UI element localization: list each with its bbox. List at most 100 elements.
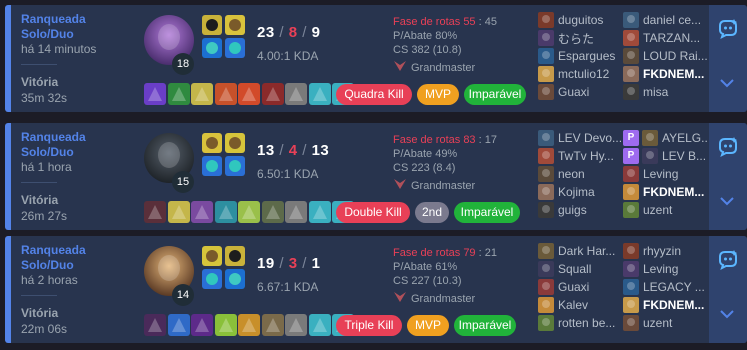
chevron-down-icon[interactable] <box>719 75 735 93</box>
player-entry[interactable]: TARZAN... <box>623 29 708 47</box>
player-name[interactable]: misa <box>643 85 668 99</box>
player-name[interactable]: TwTv Hy... <box>558 149 614 163</box>
rune-icon[interactable] <box>225 133 245 153</box>
player-entry[interactable]: Leving <box>623 260 708 278</box>
match-card[interactable]: Ranqueada Solo/Duo há 2 horas Vitória 22m 0… <box>5 236 747 343</box>
player-entry[interactable]: TwTv Hy... <box>538 147 623 165</box>
summoner-spell-icon[interactable] <box>202 156 222 176</box>
item-icon[interactable] <box>167 201 190 223</box>
player-entry[interactable]: FKDNEM... <box>623 65 708 83</box>
player-entry[interactable]: rhyyzin <box>623 242 708 260</box>
chevron-down-icon[interactable] <box>719 306 735 324</box>
item-icon[interactable] <box>144 201 166 223</box>
item-icon[interactable] <box>191 314 213 336</box>
player-name[interactable]: Espargues <box>558 49 615 63</box>
player-entry[interactable]: daniel ce... <box>623 11 708 29</box>
player-name[interactable]: daniel ce... <box>643 13 701 27</box>
player-name[interactable]: LEV Devo... <box>558 131 622 145</box>
player-entry[interactable]: rotten be... <box>538 314 623 332</box>
player-name[interactable]: Dark Har... <box>558 244 615 258</box>
player-entry[interactable]: neon <box>538 165 623 183</box>
item-icon[interactable] <box>167 314 190 336</box>
item-icon[interactable] <box>214 201 237 223</box>
summoner-spell-icon[interactable] <box>202 133 222 153</box>
player-name[interactable]: rhyyzin <box>643 244 681 258</box>
player-name[interactable]: neon <box>558 167 585 181</box>
player-entry[interactable]: P LEV B... <box>623 147 708 165</box>
rune-icon[interactable] <box>225 156 245 176</box>
player-name[interactable]: uzent <box>643 203 672 217</box>
player-name[interactable]: AYELG... <box>662 131 708 145</box>
player-name[interactable]: guigs <box>558 203 587 217</box>
item-icon[interactable] <box>214 314 237 336</box>
rune-icon[interactable] <box>225 269 245 289</box>
item-icon[interactable] <box>308 314 331 336</box>
player-name[interactable]: Leving <box>643 167 678 181</box>
player-name[interactable]: Guaxi <box>558 280 589 294</box>
player-entry[interactable]: FKDNEM... <box>623 183 708 201</box>
ai-assistant-icon[interactable] <box>717 17 739 44</box>
player-entry[interactable]: Dark Har... <box>538 242 623 260</box>
player-entry[interactable]: Guaxi <box>538 83 623 101</box>
player-name[interactable]: Kalev <box>558 298 588 312</box>
summoner-spell-icon[interactable] <box>202 38 222 58</box>
item-icon[interactable] <box>308 83 331 105</box>
item-icon[interactable] <box>308 201 331 223</box>
expand-panel[interactable] <box>709 236 747 343</box>
player-entry[interactable]: guigs <box>538 201 623 219</box>
player-name[interactable]: むらた <box>558 30 594 47</box>
player-entry[interactable]: Squall <box>538 260 623 278</box>
item-icon[interactable] <box>191 83 213 105</box>
player-name[interactable]: uzent <box>643 316 672 330</box>
player-name[interactable]: duguitos <box>558 13 603 27</box>
player-name[interactable]: FKDNEM... <box>643 185 704 199</box>
trinket-icon[interactable] <box>285 201 307 223</box>
trinket-icon[interactable] <box>285 314 307 336</box>
player-entry[interactable]: P AYELG... <box>623 129 708 147</box>
item-icon[interactable] <box>238 201 260 223</box>
player-name[interactable]: LEGACY ... <box>643 280 705 294</box>
player-entry[interactable]: LEGACY ... <box>623 278 708 296</box>
item-icon[interactable] <box>261 83 284 105</box>
player-name[interactable]: mctulio12 <box>558 67 609 81</box>
rune-icon[interactable] <box>225 246 245 266</box>
rune-icon[interactable] <box>225 15 245 35</box>
player-entry[interactable]: Guaxi <box>538 278 623 296</box>
ai-assistant-icon[interactable] <box>717 135 739 162</box>
player-name[interactable]: rotten be... <box>558 316 615 330</box>
item-icon[interactable] <box>261 314 284 336</box>
player-name[interactable]: FKDNEM... <box>643 298 704 312</box>
player-name[interactable]: LOUD Rai... <box>643 49 708 63</box>
expand-panel[interactable] <box>709 5 747 112</box>
player-name[interactable]: TARZAN... <box>643 31 700 45</box>
item-icon[interactable] <box>167 83 190 105</box>
player-entry[interactable]: mctulio12 <box>538 65 623 83</box>
player-name[interactable]: LEV B... <box>662 149 706 163</box>
player-entry[interactable]: Leving <box>623 165 708 183</box>
item-icon[interactable] <box>214 83 237 105</box>
summoner-spell-icon[interactable] <box>202 15 222 35</box>
player-entry[interactable]: LOUD Rai... <box>623 47 708 65</box>
match-card[interactable]: Ranqueada Solo/Duo há 1 hora Vitória 26m 27… <box>5 123 747 230</box>
chevron-down-icon[interactable] <box>719 193 735 211</box>
item-icon[interactable] <box>191 201 213 223</box>
player-entry[interactable]: duguitos <box>538 11 623 29</box>
player-name[interactable]: Kojima <box>558 185 595 199</box>
player-name[interactable]: Leving <box>643 262 678 276</box>
item-icon[interactable] <box>238 314 260 336</box>
item-icon[interactable] <box>144 314 166 336</box>
summoner-spell-icon[interactable] <box>202 269 222 289</box>
player-name[interactable]: Guaxi <box>558 85 589 99</box>
player-entry[interactable]: uzent <box>623 201 708 219</box>
expand-panel[interactable] <box>709 123 747 230</box>
player-entry[interactable]: misa <box>623 83 708 101</box>
player-entry[interactable]: むらた <box>538 29 623 47</box>
ai-assistant-icon[interactable] <box>717 248 739 275</box>
item-icon[interactable] <box>261 201 284 223</box>
player-entry[interactable]: uzent <box>623 314 708 332</box>
summoner-spell-icon[interactable] <box>202 246 222 266</box>
trinket-icon[interactable] <box>285 83 307 105</box>
player-entry[interactable]: Kojima <box>538 183 623 201</box>
player-entry[interactable]: Espargues <box>538 47 623 65</box>
player-name[interactable]: FKDNEM... <box>643 67 704 81</box>
